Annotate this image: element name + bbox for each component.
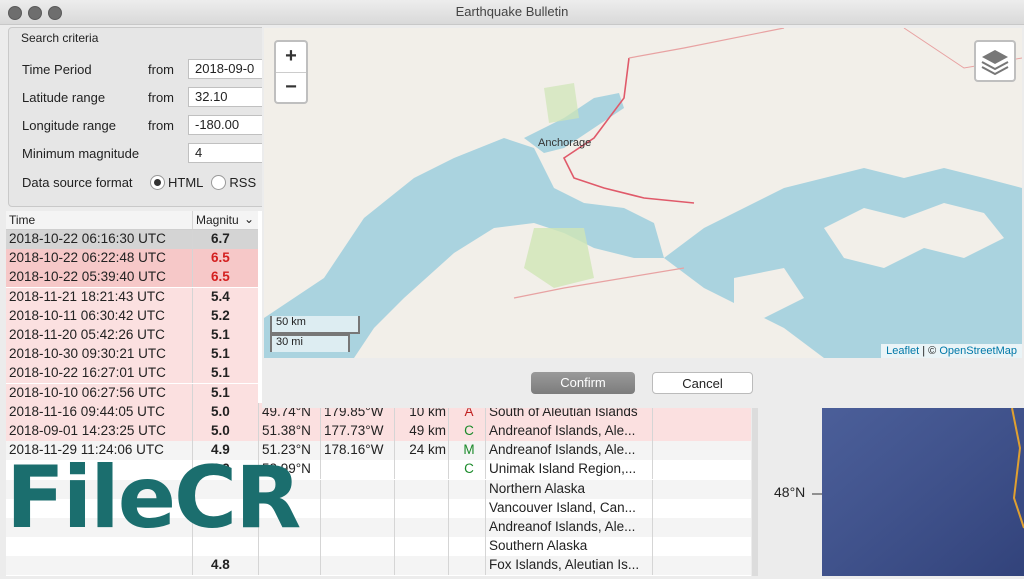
cell-magnitude: 5.2 xyxy=(211,307,230,323)
cell-time: 2018-10-22 05:39:40 UTC xyxy=(9,269,166,285)
cell-grade: C xyxy=(464,461,474,477)
map-view[interactable]: Anchorage + − 50 km 30 mi Leaflet | © Op… xyxy=(264,28,1022,358)
cell-time: 2018-10-22 16:27:01 UTC xyxy=(9,365,166,381)
time-column-header[interactable]: Time xyxy=(9,213,35,227)
longitude-label: Longitude range xyxy=(22,117,116,133)
table-header: Time Magnitu ⌄ xyxy=(6,211,258,230)
cell-magnitude: 6.5 xyxy=(211,250,230,266)
openstreetmap-link[interactable]: OpenStreetMap xyxy=(939,345,1017,357)
cell-region: Andreanof Islands, Ale... xyxy=(489,423,636,438)
title-bar: Earthquake Bulletin xyxy=(0,0,1024,25)
sort-chevron-icon: ⌄ xyxy=(244,212,255,226)
cell-time: 2018-10-11 06:30:42 UTC xyxy=(9,307,165,323)
cell-magnitude: 6.5 xyxy=(211,269,230,285)
cell-magnitude: 6.7 xyxy=(211,231,230,246)
cancel-button[interactable]: Cancel xyxy=(652,372,753,394)
rss-radio-label: RSS xyxy=(229,174,257,190)
search-criteria-panel: Search criteria Time Period from 2018-09… xyxy=(8,27,278,207)
window-title: Earthquake Bulletin xyxy=(455,4,569,19)
html-radio-label: HTML xyxy=(168,174,204,190)
cell-region: Vancouver Island, Can... xyxy=(489,499,636,515)
right-map-lat-label: 48°N xyxy=(774,484,806,500)
cell-time: 2018-11-21 18:21:43 UTC xyxy=(9,288,165,304)
cell-region: Andreanof Islands, Ale... xyxy=(489,519,636,534)
min-magnitude-row: Minimum magnitude xyxy=(22,142,148,164)
right-map-panel: 48°N xyxy=(762,407,1024,576)
layers-button[interactable] xyxy=(974,40,1016,82)
cell-region: Southern Alaska xyxy=(489,538,588,554)
cell-region: Unimak Island Region,... xyxy=(489,461,637,477)
map-dialog: Anchorage + − 50 km 30 mi Leaflet | © Op… xyxy=(262,26,1024,408)
cell-time: 2018-11-16 09:44:05 UTC xyxy=(9,403,165,419)
anchorage-label: Anchorage xyxy=(538,137,592,149)
attribution-separator: | © xyxy=(919,345,940,357)
cell-magnitude: 5.1 xyxy=(211,384,230,400)
cell-magnitude: 5.4 xyxy=(211,288,230,304)
map-attribution: Leaflet | © OpenStreetMap xyxy=(881,344,1022,358)
cell-magnitude: 5.1 xyxy=(211,346,230,362)
cell-time: 2018-10-30 09:30:21 UTC xyxy=(9,346,166,362)
cell-region: Andreanof Islands, Ale... xyxy=(489,442,636,458)
cell-grade: M xyxy=(463,442,475,458)
data-source-label: Data source format xyxy=(22,174,133,190)
search-criteria-legend: Search criteria xyxy=(21,31,99,45)
cell-magnitude: 5.1 xyxy=(211,327,230,342)
min-magnitude-label: Minimum magnitude xyxy=(22,145,140,161)
cell-time: 2018-11-20 05:42:26 UTC xyxy=(9,327,165,342)
cell-time: 2018-09-01 14:23:25 UTC xyxy=(9,423,166,438)
confirm-button[interactable]: Confirm xyxy=(531,372,635,394)
scale-bar-mi: 30 mi xyxy=(270,334,350,352)
cell-time: 2018-10-22 06:22:48 UTC xyxy=(9,250,166,266)
leaflet-link[interactable]: Leaflet xyxy=(886,345,919,357)
table-row[interactable]: 4.8 Fox Islands, Aleutian Is... xyxy=(6,556,751,576)
latitude-from-label: from xyxy=(148,89,174,105)
data-source-row: Data source format HTML RSS xyxy=(22,171,256,193)
cell-magnitude: 5.1 xyxy=(211,365,230,381)
longitude-from-label: from xyxy=(148,117,174,133)
layers-icon xyxy=(981,50,1009,76)
latitude-label: Latitude range xyxy=(22,89,106,105)
cell-lon: 178.16°W xyxy=(324,442,384,458)
cell-magnitude: 5.0 xyxy=(211,403,230,419)
cell-time: 2018-10-22 06:16:30 UTC xyxy=(9,231,166,246)
cell-depth: 49 km xyxy=(409,423,446,438)
cell-magnitude: 4.8 xyxy=(211,557,230,573)
cell-lon: 177.73°W xyxy=(324,423,384,438)
watermark-logo: FileCR xyxy=(6,455,301,541)
zoom-in-button[interactable]: + xyxy=(276,42,306,73)
cell-time: 2018-10-10 06:27:56 UTC xyxy=(9,384,166,400)
cell-region: Northern Alaska xyxy=(489,480,586,496)
table-row[interactable]: 2018-09-01 14:23:25 UTC 5.0 51.38°N 177.73°… xyxy=(6,422,751,441)
map-tiles xyxy=(264,28,1022,358)
cell-grade: C xyxy=(464,423,474,438)
zoom-out-button[interactable]: − xyxy=(276,73,306,103)
cell-magnitude: 5.0 xyxy=(211,423,230,438)
scale-bar-km: 50 km xyxy=(270,316,360,334)
rss-radio[interactable] xyxy=(211,174,227,190)
cell-depth: 24 km xyxy=(409,442,446,458)
cell-lat: 51.38°N xyxy=(262,423,311,438)
time-from-label: from xyxy=(148,61,174,77)
zoom-control: + − xyxy=(274,40,308,104)
magnitude-column-header[interactable]: Magnitu xyxy=(196,213,239,227)
longitude-row: Longitude range from xyxy=(22,114,188,136)
watermark-text: FileCR xyxy=(6,448,301,548)
latitude-row: Latitude range from xyxy=(22,86,188,108)
time-period-label: Time Period xyxy=(22,61,92,77)
html-radio[interactable] xyxy=(150,174,165,190)
time-period-row: Time Period from xyxy=(22,58,188,80)
cell-region: Fox Islands, Aleutian Is... xyxy=(489,557,640,573)
